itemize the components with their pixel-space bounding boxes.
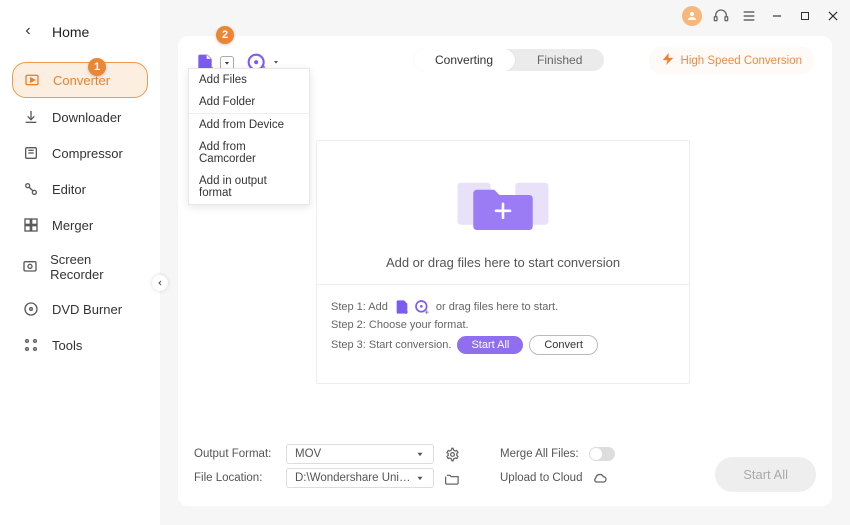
sidebar-item-merger[interactable]: Merger (12, 208, 148, 242)
chevron-down-icon (415, 449, 425, 459)
step-2: Step 2: Choose your format. (331, 319, 675, 331)
compressor-icon (22, 144, 40, 162)
sidebar-item-label: Merger (52, 218, 93, 233)
cloud-icon[interactable] (592, 470, 608, 486)
step1-icons: + + (394, 299, 430, 315)
sidebar-item-converter[interactable]: Converter (12, 62, 148, 98)
back-home-row[interactable]: Home (0, 24, 160, 58)
sidebar-collapse-handle[interactable] (152, 275, 168, 291)
sidebar-item-label: DVD Burner (52, 302, 122, 317)
bolt-icon (661, 52, 675, 69)
callout-badge-2: 2 (216, 26, 234, 44)
dropdown-add-from-camcorder[interactable]: Add from Camcorder (189, 136, 309, 170)
dropzone-steps: Step 1: Add + + or drag files here to st… (317, 284, 689, 369)
dropdown-add-files[interactable]: Add Files (189, 69, 309, 91)
file-location-select[interactable]: D:\Wondershare UniConverter 1 (286, 468, 434, 488)
sidebar-item-label: Compressor (52, 146, 123, 161)
output-format-value: MOV (295, 448, 321, 460)
tab-converting[interactable]: Converting (413, 49, 515, 71)
file-location-value: D:\Wondershare UniConverter 1 (295, 472, 415, 484)
dropdown-add-in-output-format[interactable]: Add in output format (189, 170, 309, 204)
start-all-small-button[interactable]: Start All (457, 336, 523, 354)
step1-post: or drag files here to start. (436, 301, 558, 313)
tab-finished[interactable]: Finished (515, 49, 604, 71)
upload-cloud-label: Upload to Cloud (500, 472, 582, 484)
dropzone[interactable]: Add or drag files here to start conversi… (316, 140, 690, 384)
dvd-burner-icon (22, 300, 40, 318)
sidebar-item-dvd-burner[interactable]: DVD Burner (12, 292, 148, 326)
sidebar-item-downloader[interactable]: Downloader (12, 100, 148, 134)
high-speed-conversion-button[interactable]: High Speed Conversion (649, 47, 814, 74)
output-format-select[interactable]: MOV (286, 444, 434, 464)
file-location-label: File Location: (194, 472, 276, 484)
step-1: Step 1: Add + + or drag files here to st… (331, 299, 675, 315)
sidebar-item-editor[interactable]: Editor (12, 172, 148, 206)
step3-text: Step 3: Start conversion. (331, 339, 451, 351)
start-all-button[interactable]: Start All (715, 457, 816, 492)
merge-toggle[interactable] (589, 447, 615, 461)
svg-text:+: + (425, 307, 429, 315)
screen-recorder-icon (22, 258, 38, 276)
output-format-label: Output Format: (194, 448, 276, 460)
tools-icon (22, 336, 40, 354)
chevron-down-icon (415, 473, 425, 483)
sidebar: Home Converter Downloader Compressor Edi… (0, 0, 160, 525)
open-folder-icon[interactable] (444, 470, 460, 486)
downloader-icon (22, 108, 40, 126)
folder-illustration (448, 167, 558, 237)
dropzone-text: Add or drag files here to start conversi… (386, 255, 620, 270)
home-label: Home (52, 24, 89, 40)
settings-gear-icon[interactable] (444, 446, 460, 462)
sidebar-item-tools[interactable]: Tools (12, 328, 148, 362)
sidebar-item-label: Editor (52, 182, 86, 197)
main-panel: + + Add Files Add Folder Add from Device… (160, 0, 850, 525)
content-card: + + Add Files Add Folder Add from Device… (178, 36, 832, 506)
sidebar-item-label: Tools (52, 338, 82, 353)
back-chevron-icon (22, 24, 34, 40)
add-dropdown-menu: Add Files Add Folder Add from Device Add… (188, 68, 310, 205)
editor-icon (22, 180, 40, 198)
bottom-bar: Output Format: MOV Merge All Files: File… (194, 432, 816, 506)
svg-text:+: + (404, 307, 408, 315)
add-dvd-chevron-icon[interactable] (272, 58, 280, 68)
sidebar-item-compressor[interactable]: Compressor (12, 136, 148, 170)
merger-icon (22, 216, 40, 234)
tab-bar: Converting Finished (413, 49, 604, 71)
dropdown-add-from-device[interactable]: Add from Device (189, 114, 309, 136)
sidebar-item-screen-recorder[interactable]: Screen Recorder (12, 244, 148, 290)
merge-label: Merge All Files: (500, 448, 579, 460)
sidebar-item-label: Screen Recorder (50, 252, 138, 282)
callout-badge-1: 1 (88, 58, 106, 76)
converter-icon (23, 71, 41, 89)
dropdown-add-folder[interactable]: Add Folder (189, 91, 309, 113)
sidebar-item-label: Downloader (52, 110, 121, 125)
step1-pre: Step 1: Add (331, 301, 388, 313)
high-speed-label: High Speed Conversion (681, 55, 802, 67)
step-3: Step 3: Start conversion. Start All Conv… (331, 335, 675, 355)
convert-small-button[interactable]: Convert (529, 335, 598, 355)
